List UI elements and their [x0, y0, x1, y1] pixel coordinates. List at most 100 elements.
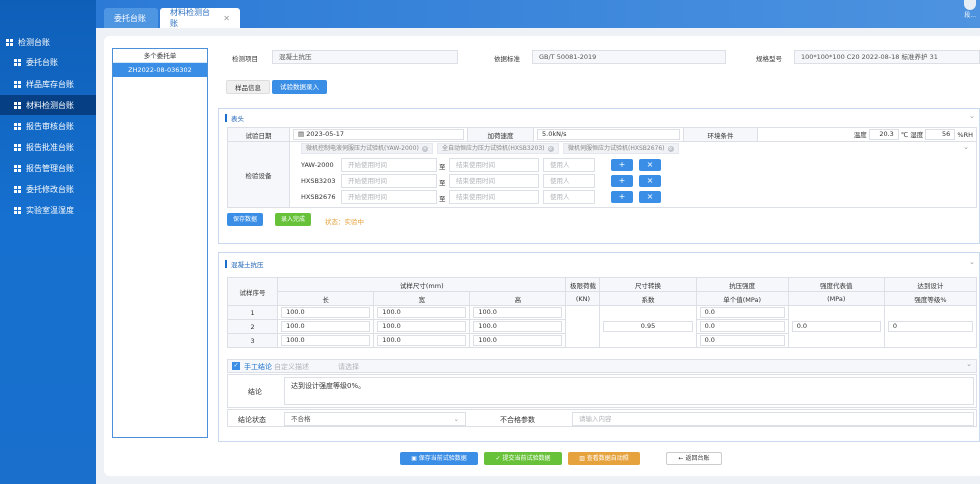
chevron-down-icon: ⌄ [453, 415, 459, 423]
user-input[interactable]: 使用人 [543, 190, 595, 204]
select-placeholder[interactable]: 请选择 [338, 362, 359, 372]
tab-entrust[interactable]: 委托台账 [104, 8, 158, 28]
remove-button[interactable]: × [639, 159, 661, 171]
equipment-chip[interactable]: 全自动恒应力压力试验机(HXSB3203) × [437, 143, 559, 154]
save-data-button[interactable]: 保存数据 [227, 213, 264, 226]
grid-icon [14, 101, 21, 109]
design-input[interactable]: 0 [887, 321, 973, 332]
unqualified-input[interactable]: 请输入内容 [572, 412, 974, 426]
height-input[interactable]: 100.0 [473, 321, 563, 332]
chevron-up-icon[interactable]: ⌄ [969, 258, 975, 266]
grid-icon [14, 80, 21, 88]
basis-label: 依据标准 [494, 55, 520, 63]
custom-desc[interactable]: 自定义描述 [274, 362, 309, 372]
load-cell[interactable] [565, 305, 601, 348]
spec-label: 规格型号 [756, 55, 782, 63]
back-button[interactable]: ← 返回台账 [666, 452, 722, 465]
chevron-up-icon[interactable]: ⌄ [969, 112, 975, 120]
calendar-icon: ▤ [298, 130, 307, 138]
sidebar-item-label: 材料检测台账 [26, 100, 74, 110]
checkbox-icon[interactable]: ✓ [232, 362, 240, 370]
add-button[interactable]: + [611, 159, 633, 171]
chevron-down-icon[interactable]: ⌄ [963, 143, 969, 151]
entry-done-button[interactable]: 录入完成 [275, 213, 312, 226]
equip-name: YAW-2000 [301, 161, 334, 169]
load-header: 极限荷载 [565, 277, 601, 292]
conv-header: 尺寸转换 [599, 277, 697, 292]
sidebar-item-entrust-modify[interactable]: 委托修改台账 [0, 179, 96, 199]
grid-icon [14, 58, 21, 66]
remove-button[interactable]: × [639, 175, 661, 187]
close-icon[interactable]: × [547, 145, 554, 152]
width-input[interactable]: 100.0 [377, 321, 467, 332]
tab-material-test[interactable]: 材料检测台账 ✕ [160, 8, 240, 28]
start-time-input[interactable]: 开始使用时间 [341, 174, 437, 188]
sidebar-item-report-manage[interactable]: 报告管理台账 [0, 158, 96, 178]
load-unit: (KN) [565, 291, 601, 306]
chevron-down-icon[interactable]: ⌄ [966, 360, 972, 368]
grid-icon [14, 143, 21, 151]
start-time-input[interactable]: 开始使用时间 [341, 190, 437, 204]
test-date-input[interactable]: ▤ 2023-05-17 [293, 129, 464, 140]
conv-input[interactable]: 0.95 [603, 321, 693, 332]
length-input[interactable]: 100.0 [281, 335, 371, 346]
strength-input[interactable]: 0.0 [699, 321, 785, 332]
add-button[interactable]: + [611, 191, 633, 203]
equipment-chip[interactable]: 微机控制电液伺服压力试验机(YAW-2000) × [301, 143, 433, 154]
user-menu[interactable]: 段... [964, 0, 976, 19]
end-time-input[interactable]: 结束使用时间 [449, 174, 539, 188]
section-title: 表头 [225, 113, 244, 123]
sidebar-item-report-review[interactable]: 报告审核台账 [0, 116, 96, 136]
humidity-input[interactable]: 56 [925, 129, 956, 141]
end-time-input[interactable]: 结束使用时间 [449, 190, 539, 204]
status-select[interactable]: 不合格 ⌄ [284, 412, 466, 426]
remove-button[interactable]: × [639, 191, 661, 203]
conclusion-textarea[interactable]: 达到设计强度等级0%。 [284, 377, 974, 405]
grid-icon [14, 122, 21, 130]
user-input[interactable]: 使用人 [543, 174, 595, 188]
view-data-button[interactable]: ▥ 查看数据自动照 [568, 452, 640, 465]
sidebar-item-label: 委托修改台账 [26, 184, 74, 194]
strength-input[interactable]: 0.0 [699, 307, 785, 318]
load-speed-input[interactable]: 5.0kN/s [537, 129, 680, 140]
env-label: 环境条件 [683, 127, 758, 142]
submit-current-button[interactable]: ✓ 提交当前试验数据 [484, 452, 562, 465]
start-time-input[interactable]: 开始使用时间 [341, 158, 437, 172]
unqualified-label: 不合格参数 [500, 416, 535, 424]
spec-field: 100*100*100 C20 2022-08-18 标准养护 31 [794, 50, 980, 64]
strength-input[interactable]: 0.0 [699, 335, 785, 346]
rep-header: 强度代表值 [787, 277, 885, 292]
width-input[interactable]: 100.0 [377, 307, 467, 318]
sidebar-header[interactable]: 检测台账 [6, 37, 50, 48]
add-button[interactable]: + [611, 175, 633, 187]
sidebar-item-material-test[interactable]: 材料检测台账 [0, 95, 96, 115]
sidebar-item-report-approve[interactable]: 报告批准台账 [0, 137, 96, 157]
grid-icon [14, 164, 21, 172]
tab-sample-info[interactable]: 样品信息 [226, 80, 270, 94]
equip-name: HXSB2676 [301, 193, 336, 201]
width-input[interactable]: 100.0 [377, 335, 467, 346]
load-speed-label: 加荷速度 [467, 127, 534, 142]
height-input[interactable]: 100.0 [473, 307, 563, 318]
rep-input[interactable]: 0.0 [791, 321, 881, 332]
sidebar-item-entrust[interactable]: 委托台账 [0, 52, 96, 72]
sidebar-item-sample-stock[interactable]: 样品库存台账 [0, 74, 96, 94]
equipment-chip[interactable]: 微机伺服恒应力试验机(HXSB2676) × [563, 143, 679, 154]
temp-label: 温度 [853, 130, 867, 139]
temp-input[interactable]: 20.3 [868, 129, 899, 141]
tab-data-entry[interactable]: 试验数据录入 [272, 80, 327, 94]
user-input[interactable]: 使用人 [543, 158, 595, 172]
manual-label: 手工结论 [244, 363, 272, 371]
close-icon[interactable]: ✕ [223, 14, 230, 23]
save-current-button[interactable]: ▣ 保存当前试验数据 [400, 452, 478, 465]
end-time-input[interactable]: 结束使用时间 [449, 158, 539, 172]
sidebar-item-lab-humidity[interactable]: 实验室温湿度 [0, 200, 96, 220]
height-input[interactable]: 100.0 [473, 335, 563, 346]
humidity-unit: %RH [957, 130, 973, 139]
length-input[interactable]: 100.0 [281, 307, 371, 318]
top-bar: 委托台账 材料检测台账 ✕ 段... [96, 0, 980, 28]
length-input[interactable]: 100.0 [281, 321, 371, 332]
list-item[interactable]: ZH2022-08-036302 [113, 63, 207, 77]
close-icon[interactable]: × [667, 145, 674, 152]
close-icon[interactable]: × [421, 145, 428, 152]
